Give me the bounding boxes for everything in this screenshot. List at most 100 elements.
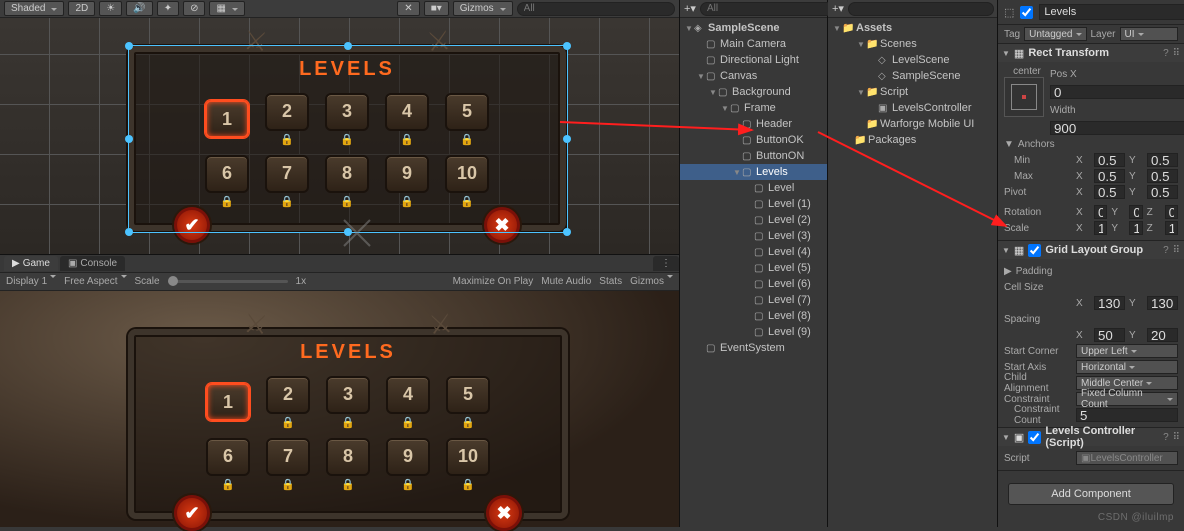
project-item[interactable]: 📁Packages — [828, 132, 997, 148]
level-button[interactable]: 7🔒 — [263, 436, 313, 492]
display-dropdown[interactable]: Display 1 — [6, 276, 56, 287]
shading-dropdown[interactable]: Shaded — [4, 1, 64, 16]
hierarchy-item[interactable]: ▢Level — [680, 180, 827, 196]
stats-toggle[interactable]: Stats — [599, 276, 622, 287]
project-search-input[interactable] — [848, 2, 994, 16]
help-icon[interactable]: ? — [1163, 48, 1169, 59]
posx-input[interactable] — [1050, 85, 1184, 99]
scene-fx-toggle[interactable]: ✦ — [157, 1, 179, 16]
component-header[interactable]: ▼ ▦ Grid Layout Group ? ⠿ — [998, 241, 1184, 259]
gameobject-name-input[interactable] — [1039, 4, 1184, 20]
hierarchy-item[interactable]: ▢Main Camera — [680, 36, 827, 52]
component-enabled-checkbox[interactable] — [1028, 244, 1041, 257]
rot-x[interactable] — [1094, 205, 1107, 219]
spacing-y[interactable] — [1147, 328, 1178, 342]
tab-game[interactable]: ▶Game — [4, 256, 58, 271]
game-gizmos-dropdown[interactable]: Gizmos — [630, 276, 673, 287]
hierarchy-item[interactable]: ▢Level (9) — [680, 324, 827, 340]
pivot-y[interactable] — [1147, 185, 1178, 199]
hierarchy-item[interactable]: ▢EventSystem — [680, 340, 827, 356]
scene-row[interactable]: ▼◈SampleScene — [680, 20, 827, 36]
preset-icon[interactable]: ⠿ — [1173, 432, 1180, 443]
level-button[interactable]: 1 — [203, 374, 253, 430]
level-button[interactable]: 3🔒 — [323, 374, 373, 430]
tab-console[interactable]: ▣Console — [60, 256, 125, 271]
level-button[interactable]: 9🔒 — [383, 436, 433, 492]
level-button[interactable]: 8🔒 — [323, 436, 373, 492]
hierarchy-item[interactable]: ▢Level (3) — [680, 228, 827, 244]
scene-view[interactable]: ⚔ ⚔ LEVELS 1 2🔒 3🔒 4🔒 5🔒 6🔒 7🔒 8🔒 9🔒 10🔒… — [0, 18, 679, 255]
constraint-dropdown[interactable]: Fixed Column Count — [1076, 392, 1178, 406]
foldout-icon[interactable]: ▼ — [1004, 139, 1014, 150]
maximize-toggle[interactable]: Maximize On Play — [453, 276, 534, 287]
create-dropdown[interactable]: +▾ — [832, 2, 844, 15]
ok-button[interactable]: ✔ — [174, 495, 210, 531]
level-button[interactable]: 2🔒 — [263, 374, 313, 430]
tab-menu[interactable]: ⋮ — [653, 256, 679, 271]
level-button[interactable]: 4🔒 — [383, 374, 433, 430]
project-item[interactable]: ◇SampleScene — [828, 68, 997, 84]
project-item[interactable]: ▼📁Scenes — [828, 36, 997, 52]
anchor-max-y[interactable] — [1147, 169, 1178, 183]
project-item[interactable]: ▣LevelsController — [828, 100, 997, 116]
scale-y[interactable] — [1129, 221, 1142, 235]
spacing-x[interactable] — [1094, 328, 1125, 342]
help-icon[interactable]: ? — [1163, 245, 1169, 256]
component-header[interactable]: ▼ ▦ Rect Transform ? ⠿ — [998, 44, 1184, 62]
preset-icon[interactable]: ⠿ — [1173, 48, 1180, 59]
start-corner-dropdown[interactable]: Upper Left — [1076, 344, 1178, 358]
cancel-button[interactable]: ✖ — [486, 495, 522, 531]
project-item[interactable]: ▼📁Script — [828, 84, 997, 100]
hierarchy-item[interactable]: ▢Level (4) — [680, 244, 827, 260]
gizmos-dropdown[interactable]: Gizmos — [453, 1, 513, 16]
anchor-preset-button[interactable] — [1004, 77, 1044, 117]
hierarchy-item[interactable]: ▢Directional Light — [680, 52, 827, 68]
hierarchy-item[interactable]: ▢Level (1) — [680, 196, 827, 212]
constraint-count[interactable] — [1076, 408, 1178, 422]
scene-search-input[interactable] — [517, 2, 675, 16]
hierarchy-item[interactable]: ▼▢Canvas — [680, 68, 827, 84]
start-axis-dropdown[interactable]: Horizontal — [1076, 360, 1178, 374]
project-item[interactable]: ◇LevelScene — [828, 52, 997, 68]
scene-audio-toggle[interactable]: 🔊 — [126, 1, 152, 16]
hierarchy-item[interactable]: ▼▢Background — [680, 84, 827, 100]
scene-hidden-toggle[interactable]: ⊘ — [183, 1, 205, 16]
width-input[interactable] — [1050, 121, 1184, 135]
level-button[interactable]: 10🔒 — [443, 436, 493, 492]
aspect-dropdown[interactable]: Free Aspect — [64, 276, 126, 287]
level-button[interactable]: 5🔒 — [443, 374, 493, 430]
pivot-x[interactable] — [1094, 185, 1125, 199]
assets-row[interactable]: ▼📁Assets — [828, 20, 997, 36]
anchor-min-y[interactable] — [1147, 153, 1178, 167]
foldout-icon[interactable]: ▶ — [1004, 266, 1012, 277]
hierarchy-item[interactable]: ▢Level (2) — [680, 212, 827, 228]
component-header[interactable]: ▼ ▣ Levels Controller (Script) ? ⠿ — [998, 428, 1184, 446]
hierarchy-item[interactable]: ▢Level (7) — [680, 292, 827, 308]
scale-z[interactable] — [1165, 221, 1178, 235]
cell-y[interactable] — [1147, 296, 1178, 310]
hierarchy-item[interactable]: ▢Level (6) — [680, 276, 827, 292]
anchor-min-x[interactable] — [1094, 153, 1125, 167]
hierarchy-item[interactable]: ▼▢Frame — [680, 100, 827, 116]
rot-z[interactable] — [1165, 205, 1178, 219]
active-checkbox[interactable] — [1020, 6, 1033, 19]
scene-tools-icon[interactable]: ✕ — [397, 1, 419, 16]
hierarchy-item[interactable]: ▢ButtonOK — [680, 132, 827, 148]
mute-toggle[interactable]: Mute Audio — [541, 276, 591, 287]
scale-slider[interactable] — [168, 280, 288, 283]
level-button[interactable]: 6🔒 — [203, 436, 253, 492]
scene-light-toggle[interactable]: ☀ — [99, 1, 122, 16]
hierarchy-search-input[interactable] — [700, 2, 846, 16]
cell-x[interactable] — [1094, 296, 1125, 310]
rot-y[interactable] — [1129, 205, 1142, 219]
hierarchy-item[interactable]: ▢Level (8) — [680, 308, 827, 324]
component-enabled-checkbox[interactable] — [1028, 431, 1041, 444]
project-item[interactable]: 📁Warforge Mobile UI — [828, 116, 997, 132]
help-icon[interactable]: ? — [1163, 432, 1169, 443]
hierarchy-item[interactable]: ▢Level (5) — [680, 260, 827, 276]
add-component-button[interactable]: Add Component — [1008, 483, 1174, 505]
create-dropdown[interactable]: +▾ — [684, 2, 696, 15]
mode-2d-toggle[interactable]: 2D — [68, 1, 95, 16]
layer-dropdown[interactable]: UI — [1120, 27, 1178, 41]
scene-camera-icon[interactable]: ■▾ — [424, 1, 449, 16]
